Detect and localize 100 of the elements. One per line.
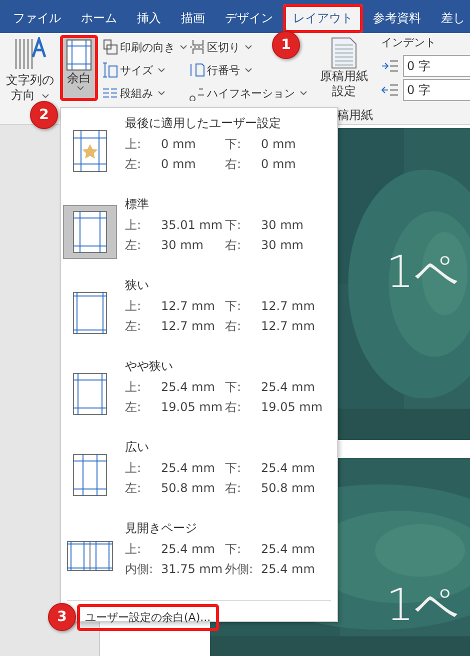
margin-label: 下: <box>225 217 242 234</box>
margin-value: 25.4 mm <box>161 541 216 558</box>
grid-paper-icon <box>331 37 357 69</box>
margin-label: 上: <box>125 298 142 315</box>
ribbon-dropdown[interactable]: 行番号 <box>189 60 252 80</box>
ribbon-icon <box>102 62 118 78</box>
chevron-icon <box>42 94 49 99</box>
margin-label: 外側: <box>225 561 254 578</box>
margin-value: 12.7 mm <box>261 298 316 315</box>
ribbon-dropdown[interactable]: ハイフネーション <box>189 83 307 103</box>
page-heading: 1ペ <box>386 579 459 633</box>
margin-value: 12.7 mm <box>161 298 216 315</box>
margin-label: 上: <box>125 136 142 153</box>
margin-label: 上: <box>125 541 142 558</box>
group-label: 稿用紙 <box>337 107 373 124</box>
margin-option[interactable]: 見開きページ 上: 25.4 mm 下: 25.4 mm 内側: 31.75 mm 外側: 25.4 mm <box>61 519 337 600</box>
chevron-icon <box>158 90 165 96</box>
margin-label: 下: <box>225 136 242 153</box>
margin-label: 内側: <box>125 561 154 578</box>
page-margins-icon <box>73 373 107 415</box>
margin-label: 左: <box>125 156 142 173</box>
input-field[interactable]: 0 字 <box>403 79 470 101</box>
margin-label: 右: <box>225 480 242 497</box>
margin-value: 25.4 mm <box>261 460 316 477</box>
margin-option[interactable]: 広い 上: 25.4 mm 下: 25.4 mm 左: 50.8 mm 右: 50.8 mm <box>61 438 337 519</box>
ribbon-tab[interactable]: 参考資料 <box>363 4 431 33</box>
margin-value: 19.05 mm <box>161 399 224 416</box>
margin-value: 25.4 mm <box>161 379 216 396</box>
ribbon-tab[interactable]: レイアウト <box>283 4 363 33</box>
margin-value: 0 mm <box>261 136 297 153</box>
margin-value: 0 mm <box>161 136 197 153</box>
indent-right-icon <box>381 83 399 97</box>
ribbon-tab[interactable]: ファイル <box>3 4 71 33</box>
custom-margins-item[interactable]: ユーザー設定の余白(A)... <box>77 604 219 631</box>
margin-label: 下: <box>225 541 242 558</box>
margin-label: 下: <box>225 379 242 396</box>
manuscript-settings-button[interactable]: 原稿用紙 設定 <box>318 35 370 101</box>
margin-label: 下: <box>225 298 242 315</box>
margin-label: 下: <box>225 460 242 477</box>
margin-value: 0 mm <box>161 156 197 173</box>
margin-value: 50.8 mm <box>261 480 316 497</box>
margin-option[interactable]: やや狭い 上: 25.4 mm 下: 25.4 mm 左: 19.05 mm 右: 19.05 mm <box>61 357 337 438</box>
group-label: インデント <box>381 35 437 51</box>
option-title: 見開きページ <box>125 520 198 537</box>
ribbon-icon <box>189 39 205 55</box>
chevron-icon <box>245 68 252 72</box>
margin-option[interactable]: 最後に適用したユーザー設定 上: 0 mm 下: 0 mm 左: 0 mm 右: 0 mm <box>61 114 337 195</box>
ribbon-icon <box>189 62 205 78</box>
ribbon-dropdown[interactable]: 段組み <box>102 83 165 103</box>
chevron-icon <box>77 86 84 91</box>
margin-label: 左: <box>125 237 142 254</box>
ribbon-tab[interactable]: デザイン <box>215 4 283 33</box>
margin-value: 35.01 mm <box>161 217 224 234</box>
chevron-icon <box>300 90 307 96</box>
margin-value: 25.4 mm <box>161 460 216 477</box>
option-title: 最後に適用したユーザー設定 <box>125 115 282 132</box>
margin-value: 12.7 mm <box>161 318 216 335</box>
margin-value: 12.7 mm <box>261 318 316 335</box>
margin-value: 19.05 mm <box>261 399 321 416</box>
margin-label: 右: <box>225 318 242 335</box>
page-margins-icon <box>73 292 107 334</box>
indent-left-icon <box>381 59 399 73</box>
margin-value: 50.8 mm <box>161 480 216 497</box>
page-margins-icon <box>66 39 92 71</box>
margin-option[interactable]: 狭い 上: 12.7 mm 下: 12.7 mm 左: 12.7 mm 右: 12.7 mm <box>61 276 337 357</box>
ribbon-icon <box>102 39 118 55</box>
page-margins-icon <box>73 211 107 253</box>
margin-value: 25.4 mm <box>261 379 316 396</box>
margin-label: 右: <box>225 156 242 173</box>
ribbon-tab[interactable]: ホーム <box>71 4 127 33</box>
ribbon-dropdown[interactable]: サイズ <box>102 60 165 80</box>
margin-value: 30 mm <box>261 237 304 254</box>
option-title: 標準 <box>125 196 150 213</box>
margin-value: 30 mm <box>261 217 304 234</box>
option-title: やや狭い <box>125 358 174 375</box>
chevron-icon <box>158 68 165 72</box>
margin-value: 30 mm <box>161 237 204 254</box>
star-page-icon <box>73 130 107 172</box>
margin-value: 0 mm <box>261 156 297 173</box>
margin-value: 25.4 mm <box>261 541 316 558</box>
margin-label: 右: <box>225 399 242 416</box>
margin-label: 上: <box>125 217 142 234</box>
margin-label: 左: <box>125 480 142 497</box>
page-margins-icon <box>73 454 107 496</box>
ribbon-tab[interactable]: 挿入 <box>127 4 171 33</box>
option-title: 広い <box>125 439 150 456</box>
margin-option[interactable]: 標準 上: 35.01 mm 下: 30 mm 左: 30 mm 右: 30 mm <box>61 195 337 276</box>
chevron-icon <box>245 44 252 50</box>
ribbon-dropdown[interactable]: 区切り <box>189 37 252 57</box>
margins-button[interactable]: 余白 <box>60 35 98 101</box>
margin-label: 上: <box>125 460 142 477</box>
two-page-icon <box>67 541 113 571</box>
margin-value: 31.75 mm <box>161 561 224 578</box>
ribbon-tab[interactable]: 描画 <box>171 4 215 33</box>
ribbon-dropdown[interactable]: 印刷の向き <box>102 37 187 57</box>
ribbon-tab[interactable]: 差し <box>431 4 470 33</box>
margin-label: 上: <box>125 379 142 396</box>
margin-label: 左: <box>125 399 142 416</box>
input-field[interactable]: 0 字 <box>403 55 470 77</box>
option-title: 狭い <box>125 277 150 294</box>
